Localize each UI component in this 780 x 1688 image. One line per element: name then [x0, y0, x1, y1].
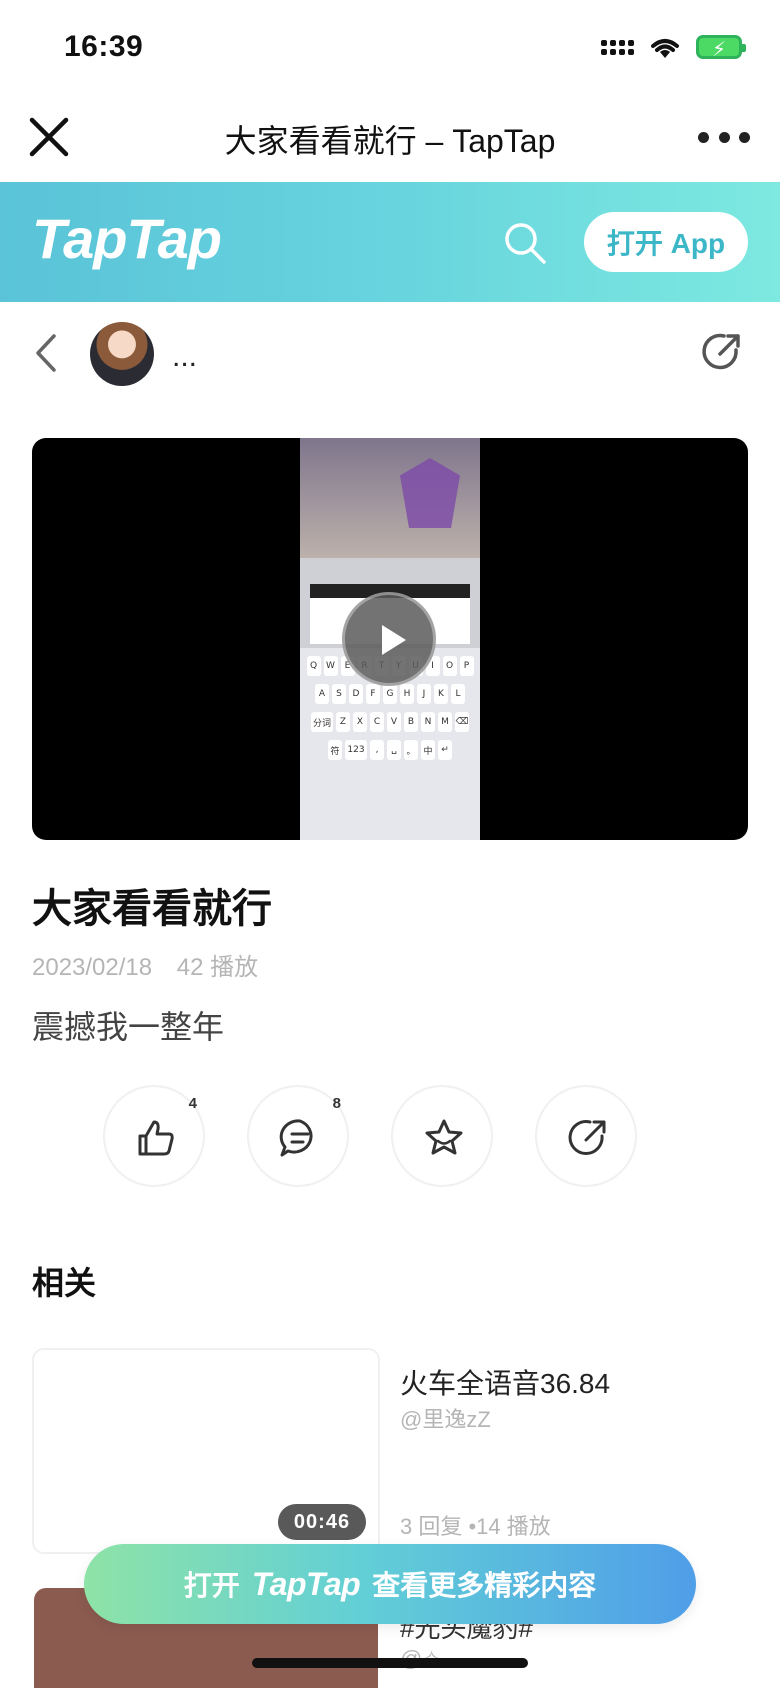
related-video-author[interactable]: @里逸zZ: [400, 1402, 491, 1434]
keyboard-key: A: [315, 684, 329, 704]
more-dot-icon: [739, 131, 750, 143]
keyboard-row: ASDFGHJKL: [300, 684, 480, 704]
battery-charging-icon: ⚡: [696, 35, 746, 61]
keyboard-key: L: [451, 684, 465, 704]
wifi-icon: [651, 39, 679, 58]
taptap-logo[interactable]: TapTap: [32, 206, 222, 271]
taptap-header: TapTap 打开 App: [0, 182, 780, 302]
close-icon[interactable]: [26, 114, 72, 160]
keyboard-key: D: [349, 684, 363, 704]
video-player[interactable]: QWERTYUIOP ASDFGHJKL 分词ZXCVBNM⌫ 符123,␣。中…: [32, 438, 748, 840]
page-title: 大家看看就行 – TapTap: [224, 123, 556, 159]
open-taptap-banner[interactable]: 打开 TapTap 查看更多精彩内容: [84, 1544, 696, 1624]
author-name[interactable]: ...: [172, 340, 197, 374]
comment-count: 8: [332, 1095, 341, 1112]
keyboard-key: W: [323, 656, 338, 676]
comment-button[interactable]: 8: [247, 1085, 349, 1187]
keyboard-key: P: [459, 656, 474, 676]
keyboard-key: ␣: [387, 740, 401, 760]
keyboard-key: F: [366, 684, 380, 704]
back-chevron-icon[interactable]: [30, 330, 62, 376]
keyboard-key: N: [421, 712, 435, 732]
keyboard-key: X: [353, 712, 367, 732]
post-body: 震撼我一整年: [32, 1009, 225, 1045]
keyboard-row: 分词 Z X C V B N M ⌫: [300, 712, 480, 732]
keyboard-key: V: [387, 712, 401, 732]
like-count: 4: [188, 1095, 197, 1112]
keyboard-key: O: [442, 656, 457, 676]
related-video-title[interactable]: 火车全语音36.84: [400, 1362, 610, 1402]
keyboard-key: H: [400, 684, 414, 704]
keyboard-key: C: [370, 712, 384, 732]
keyboard-key: K: [434, 684, 448, 704]
video-duration-badge: 00:46: [278, 1504, 366, 1540]
banner-taptap-logo: TapTap: [251, 1565, 361, 1602]
keyboard-key: S: [332, 684, 346, 704]
status-bar: 16:39 ⚡: [0, 0, 780, 100]
post-title: 大家看看就行: [32, 887, 272, 931]
keyboard-key: ↵: [438, 740, 452, 760]
keyboard-key: B: [404, 712, 418, 732]
share-icon[interactable]: [700, 330, 744, 374]
play-icon[interactable]: [342, 592, 436, 686]
cellular-signal-icon: [601, 39, 634, 55]
home-indicator[interactable]: [252, 1658, 528, 1668]
keyboard-key: 中: [421, 740, 435, 760]
keyboard-key: Z: [336, 712, 350, 732]
thumbs-up-icon: [138, 1120, 174, 1156]
keyboard-row: 符 123, ␣。中 ↵: [300, 740, 480, 760]
keyboard-key: ,: [370, 740, 384, 760]
post-date: 2023/02/18: [32, 954, 153, 981]
keyboard-key: Q: [306, 656, 321, 676]
status-time: 16:39: [64, 30, 144, 63]
keyboard-key: 分词: [311, 712, 333, 732]
keyboard-key: 。: [404, 740, 418, 760]
more-options-button[interactable]: [698, 122, 750, 152]
post-plays: 42 播放: [176, 954, 259, 981]
status-icons: ⚡: [601, 34, 746, 61]
keyboard-key: M: [438, 712, 452, 732]
share-button[interactable]: [535, 1085, 637, 1187]
favorite-button[interactable]: [391, 1085, 493, 1187]
webview-nav-bar: 大家看看就行 – TapTap: [0, 100, 780, 182]
search-icon[interactable]: [502, 220, 548, 266]
keyboard-key: J: [417, 684, 431, 704]
keyboard-key: G: [383, 684, 397, 704]
banner-suffix: 查看更多精彩内容: [372, 1570, 597, 1601]
post-meta: 2023/02/18 42 播放: [32, 947, 258, 982]
avatar[interactable]: [90, 322, 154, 386]
share-icon: [568, 1120, 606, 1155]
banner-prefix: 打开: [183, 1570, 240, 1601]
keyboard-key: ⌫: [455, 712, 469, 732]
post-actions: 4 8: [103, 1085, 637, 1187]
open-app-button[interactable]: 打开 App: [584, 212, 748, 272]
star-icon: [425, 1119, 463, 1155]
related-video-stats: 3 回复 •14 播放: [400, 1514, 551, 1539]
more-dot-icon: [718, 131, 730, 143]
keyboard-key: 123: [345, 740, 367, 760]
comment-icon: [279, 1119, 313, 1157]
more-dot-icon: [698, 131, 709, 143]
author-row: ...: [0, 302, 780, 404]
related-section-title: 相关: [32, 1265, 97, 1301]
keyboard-key: 符: [328, 740, 342, 760]
like-button[interactable]: 4: [103, 1085, 205, 1187]
